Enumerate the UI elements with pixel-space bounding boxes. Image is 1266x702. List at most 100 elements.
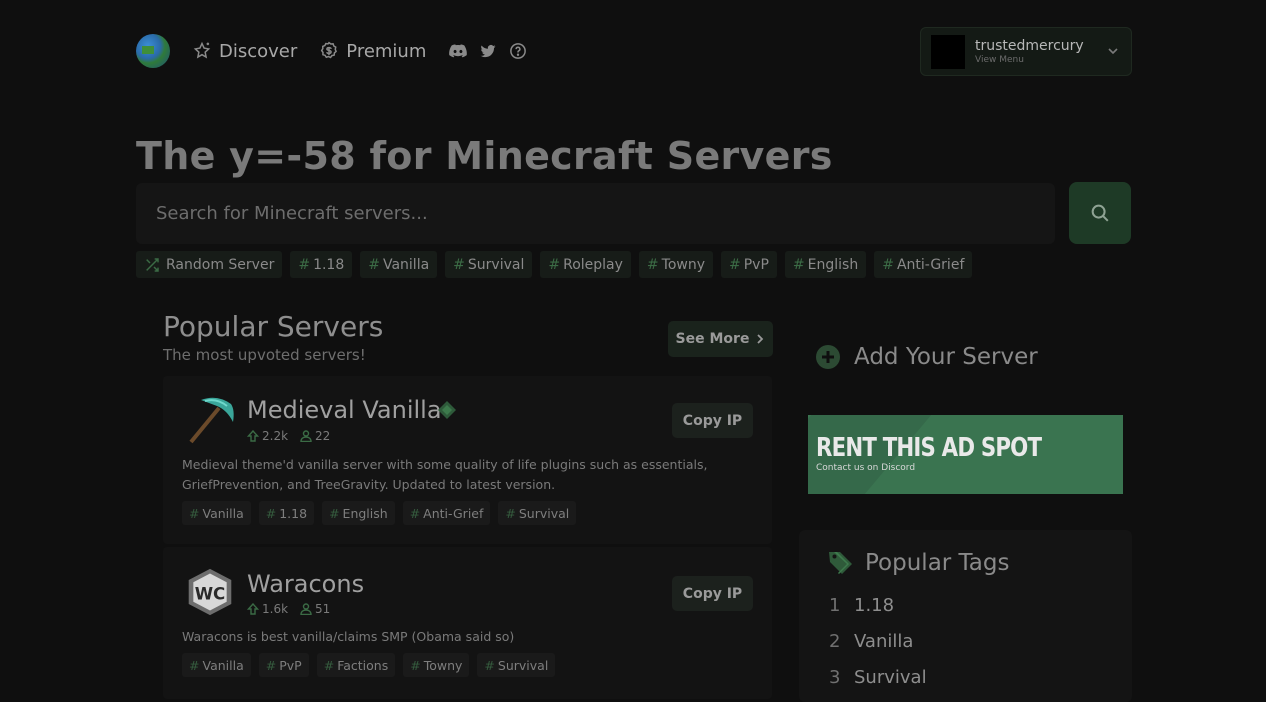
help-icon[interactable] (508, 41, 528, 61)
tag-rank-label[interactable]: Vanilla (854, 631, 913, 652)
navbar: Discover Premium trustedmercury View Men… (136, 26, 1132, 76)
pickaxe-icon (189, 397, 234, 444)
server-tag[interactable]: # PvP (258, 653, 309, 677)
nav-premium-label: Premium (346, 40, 427, 62)
upvotes-count: 2.2k (262, 429, 289, 443)
user-menu-hint: View Menu (975, 54, 1024, 65)
avatar (931, 34, 965, 69)
upvote-arrow-icon (247, 603, 259, 615)
search-bar (136, 183, 1055, 244)
tag-rank-label[interactable]: 1.18 (854, 595, 894, 616)
popular-servers-title: Popular Servers (163, 310, 384, 343)
waracons-logo-icon: WC (188, 568, 232, 616)
tag-chip[interactable]: # Survival (445, 251, 533, 278)
popular-tag-item[interactable]: 2 Vanilla (829, 631, 913, 652)
copy-ip-button[interactable]: Copy IP (672, 403, 753, 438)
popular-tag-item[interactable]: 3 Survival (829, 667, 927, 688)
server-tag-label: Towny (423, 657, 463, 673)
popular-tags-panel: Popular Tags 1 1.18 2 Vanilla 3 Survival (799, 530, 1132, 702)
server-tag[interactable]: # Vanilla (182, 501, 251, 525)
discord-icon[interactable] (448, 41, 468, 61)
server-tag[interactable]: # Factions (316, 653, 396, 677)
tag-label: PvP (743, 256, 769, 273)
tag-chip[interactable]: # Vanilla (360, 251, 438, 278)
server-name[interactable]: Waracons (247, 570, 364, 598)
tag-label: Survival (467, 256, 525, 273)
see-more-button[interactable]: See More (668, 321, 773, 357)
server-name[interactable]: Medieval Vanilla (247, 396, 442, 424)
shuffle-icon (146, 257, 159, 272)
user-text: trustedmercury View Menu (975, 38, 1084, 66)
server-tag-label: PvP (279, 657, 302, 673)
nav-discover[interactable]: Discover (192, 41, 297, 62)
server-tag[interactable]: # Towny (403, 653, 470, 677)
server-card[interactable]: Medieval Vanilla 2.2k 22 Copy IP Medieva… (163, 376, 772, 544)
hash-icon: # (368, 256, 380, 273)
see-more-label: See More (675, 331, 750, 347)
tag-rank-number: 1 (829, 595, 841, 616)
tag-chip[interactable]: # Roleplay (540, 251, 631, 278)
hash-icon: # (410, 657, 421, 673)
tag-chip[interactable]: # Anti-Grief (874, 251, 973, 278)
upvote-arrow-icon (247, 430, 259, 442)
players-count: 51 (315, 602, 331, 616)
hash-icon: # (189, 657, 200, 673)
ad-banner[interactable]: RENT THIS AD SPOT Contact us on Discord (808, 415, 1123, 494)
tag-chip[interactable]: # PvP (721, 251, 777, 278)
server-tag[interactable]: # English (322, 501, 395, 525)
hash-icon: # (548, 256, 561, 273)
server-tag-label: Survival (497, 657, 549, 673)
server-tag-label: Factions (337, 657, 389, 673)
tag-label: Anti-Grief (896, 256, 965, 273)
server-tag[interactable]: # Survival (477, 653, 556, 677)
hash-icon: # (453, 256, 465, 273)
hash-icon: # (265, 505, 277, 521)
server-card[interactable]: WC Waracons 1.6k 51 Copy IP Waracons is … (163, 547, 772, 699)
random-server-button[interactable]: Random Server (136, 251, 283, 278)
server-tag[interactable]: # Survival (498, 501, 577, 525)
popular-servers-subtitle: The most upvoted servers! (163, 346, 366, 364)
quick-tags: Random Server #1.18 # Vanilla # Survival #… (136, 251, 973, 278)
add-server-link[interactable]: Add Your Server (816, 344, 1038, 370)
upvotes-stat: 2.2k (247, 429, 288, 443)
upvotes-stat: 1.6k (247, 602, 288, 616)
server-tag[interactable]: #1.18 (258, 501, 315, 525)
tag-rank-label[interactable]: Survival (854, 667, 927, 688)
tag-chip[interactable]: #1.18 (290, 251, 353, 278)
server-tag-label: English (342, 505, 388, 521)
hash-icon: # (298, 256, 311, 273)
players-stat: 22 (300, 429, 330, 443)
server-tag[interactable]: # Anti-Grief (402, 501, 491, 525)
user-menu[interactable]: trustedmercury View Menu (920, 27, 1132, 76)
nav-premium[interactable]: Premium (319, 41, 426, 62)
ad-title: RENT THIS AD SPOT (816, 433, 1042, 463)
hash-icon: # (323, 657, 335, 673)
server-stats: 2.2k 22 (247, 429, 330, 443)
logo-globe-icon[interactable] (136, 34, 170, 68)
tags-icon (829, 552, 852, 574)
search-button[interactable] (1069, 182, 1131, 244)
popular-tag-item[interactable]: 1 1.18 (829, 595, 894, 616)
tag-rank-number: 3 (829, 667, 841, 688)
server-tag[interactable]: # Vanilla (182, 653, 251, 677)
hash-icon: # (646, 256, 659, 273)
copy-ip-button[interactable]: Copy IP (672, 576, 753, 611)
twitter-icon[interactable] (478, 41, 498, 61)
user-name: trustedmercury (975, 37, 1084, 54)
tag-chip[interactable]: # English (784, 251, 867, 278)
search-icon (1091, 204, 1109, 222)
popular-tags-label: Popular Tags (865, 550, 1010, 576)
tag-chip[interactable]: # Towny (638, 251, 713, 278)
server-tag-label: Vanilla (202, 505, 244, 521)
add-server-label: Add Your Server (854, 344, 1038, 370)
hash-icon: # (484, 657, 495, 673)
hash-icon: # (792, 256, 805, 273)
server-tag-label: 1.18 (279, 505, 308, 521)
svg-text:WC: WC (195, 584, 226, 603)
tag-label: 1.18 (313, 256, 345, 273)
hash-icon: # (505, 505, 516, 521)
search-input[interactable] (156, 203, 1055, 224)
hash-icon: # (265, 657, 277, 673)
hash-icon: # (729, 256, 741, 273)
random-server-label: Random Server (166, 256, 275, 273)
